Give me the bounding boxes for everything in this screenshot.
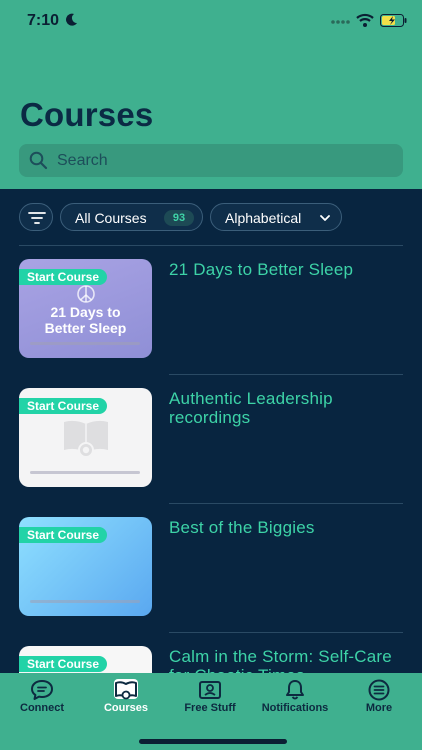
home-indicator	[139, 739, 287, 744]
battery-icon	[380, 14, 407, 27]
all-courses-label: All Courses	[75, 210, 147, 226]
chevron-down-icon	[320, 215, 330, 221]
course-title[interactable]: Authentic Leadership recordings	[169, 389, 404, 427]
book-icon	[115, 681, 137, 700]
page-title: Courses	[20, 96, 154, 133]
tab-label: Free Stuff	[184, 702, 236, 714]
cellular-signal-icon	[331, 20, 350, 24]
course-item[interactable]: Start Course Best of the Biggies	[0, 504, 422, 633]
status-bar: 7:10	[0, 0, 422, 44]
search-icon	[29, 151, 48, 170]
all-courses-chip[interactable]: All Courses 93	[60, 203, 203, 231]
filter-icon	[28, 212, 46, 224]
start-course-badge: Start Course	[19, 269, 108, 285]
progress-bar	[30, 342, 140, 345]
course-thumbnail: 21 Days to Better Sleep Start Course	[19, 259, 152, 358]
progress-bar	[30, 471, 140, 474]
thumbnail-text: Better Sleep	[44, 320, 127, 336]
start-course-badge: Start Course	[19, 527, 108, 543]
course-thumbnail: Start Course	[19, 388, 152, 487]
tab-free-stuff[interactable]: Free Stuff	[168, 673, 252, 733]
progress-bar	[30, 600, 140, 603]
tab-courses[interactable]: Courses	[84, 673, 168, 733]
peace-icon	[77, 285, 95, 303]
tab-label: Courses	[103, 702, 149, 714]
gift-card-icon	[199, 681, 221, 699]
course-title[interactable]: Best of the Biggies	[169, 518, 404, 537]
course-count-badge: 93	[164, 210, 194, 226]
tab-label: More	[365, 702, 393, 714]
start-course-badge: Start Course	[19, 398, 108, 414]
course-thumbnail: Start Course	[19, 517, 152, 616]
thumbnail-text: 21 Days to	[50, 304, 121, 320]
filter-row: All Courses 93 Alphabetical	[0, 203, 422, 233]
menu-circle-icon	[368, 679, 390, 701]
search-placeholder: Search	[57, 152, 108, 169]
filter-button[interactable]	[19, 203, 53, 231]
moon-icon	[66, 13, 77, 26]
sort-label: Alphabetical	[225, 210, 302, 226]
tab-more[interactable]: More	[337, 673, 421, 733]
wifi-icon	[356, 13, 374, 27]
chat-bubble-icon	[31, 680, 53, 700]
bell-icon	[286, 680, 304, 700]
book-award-icon	[64, 420, 108, 458]
sort-dropdown[interactable]: Alphabetical	[210, 203, 342, 231]
status-time: 7:10	[27, 12, 60, 29]
search-input[interactable]: Search	[19, 144, 403, 177]
start-course-badge: Start Course	[19, 656, 108, 672]
tab-label: Notifications	[261, 702, 329, 714]
header: 7:10 Courses Search	[0, 0, 422, 189]
tab-notifications[interactable]: Notifications	[253, 673, 337, 733]
course-item[interactable]: 21 Days to Better Sleep Start Course 21 …	[0, 246, 422, 375]
course-item[interactable]: Start Course Authentic Leadership record…	[0, 375, 422, 504]
tab-connect[interactable]: Connect	[0, 673, 84, 733]
course-title[interactable]: 21 Days to Better Sleep	[169, 260, 404, 279]
tab-label: Connect	[20, 702, 64, 714]
